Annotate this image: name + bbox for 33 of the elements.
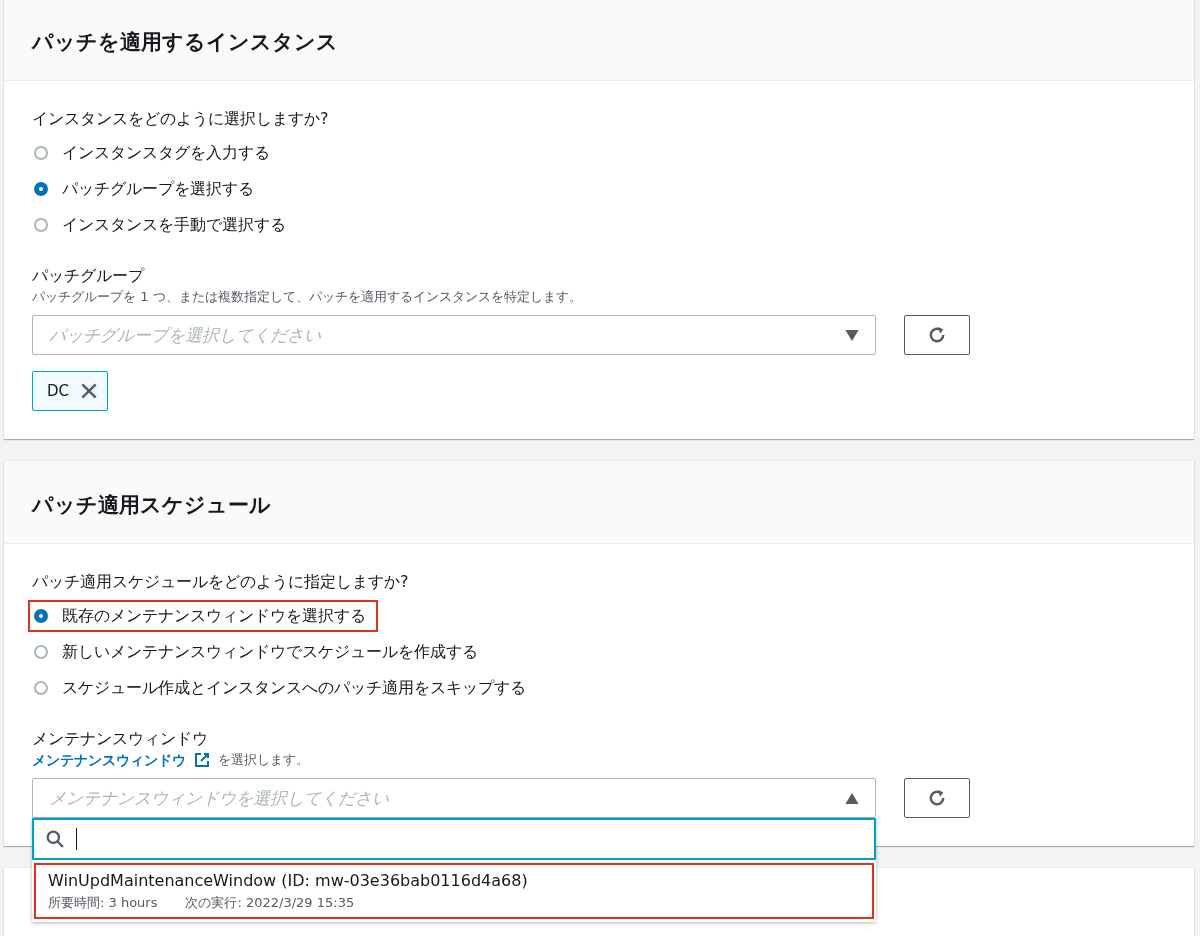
close-icon[interactable] <box>81 383 98 399</box>
dropdown-option[interactable]: WinUpdMaintenanceWindow (ID: mw-03e36bab0116d4a68) 所要時間: 3 hours 次の実行: 2022/3/29 15:35 <box>34 863 874 919</box>
radio-option[interactable]: インスタンスタグを入力する <box>28 137 282 169</box>
radio-button[interactable] <box>34 645 48 659</box>
radio-button[interactable] <box>34 182 48 196</box>
question-label: パッチ適用スケジュールをどのように指定しますか? <box>32 571 410 593</box>
radio-button[interactable] <box>34 146 48 160</box>
search-field[interactable] <box>32 818 876 860</box>
refresh-icon <box>927 325 947 345</box>
caret-icon <box>845 329 859 341</box>
radio-option[interactable]: パッチグループを選択する <box>28 173 266 205</box>
external-link-icon <box>194 752 210 768</box>
caret-icon <box>845 792 859 804</box>
token-label: DC <box>47 382 70 400</box>
radio-button[interactable] <box>34 218 48 232</box>
panel-title: パッチ適用スケジュール <box>32 492 272 519</box>
panel-title: パッチを適用するインスタンス <box>32 29 339 56</box>
field-description: パッチグループを 1 つ、または複数指定して、パッチを適用するインスタンスを特定します。 <box>32 288 583 306</box>
search-icon <box>46 830 64 848</box>
radio-button[interactable] <box>34 681 48 695</box>
refresh-icon <box>927 788 947 808</box>
question-label: インスタンスをどのように選択しますか? <box>32 108 330 130</box>
radio-option[interactable]: スケジュール作成とインスタンスへのパッチ適用をスキップする <box>28 672 538 704</box>
field-description: を選択します。 <box>218 751 309 769</box>
radio-button[interactable] <box>34 609 48 623</box>
refresh-button[interactable] <box>904 315 970 355</box>
field-label: メンテナンスウィンドウ <box>32 728 209 750</box>
link[interactable]: メンテナンスウィンドウ <box>32 750 186 770</box>
refresh-button[interactable] <box>904 778 970 818</box>
radio-option[interactable]: インスタンスを手動で選択する <box>28 209 298 241</box>
field-label: パッチグループ <box>32 265 146 287</box>
radio-option[interactable]: 既存のメンテナンスウィンドウを選択する <box>28 600 378 632</box>
radio-option[interactable]: 新しいメンテナンスウィンドウでスケジュールを作成する <box>28 636 490 668</box>
